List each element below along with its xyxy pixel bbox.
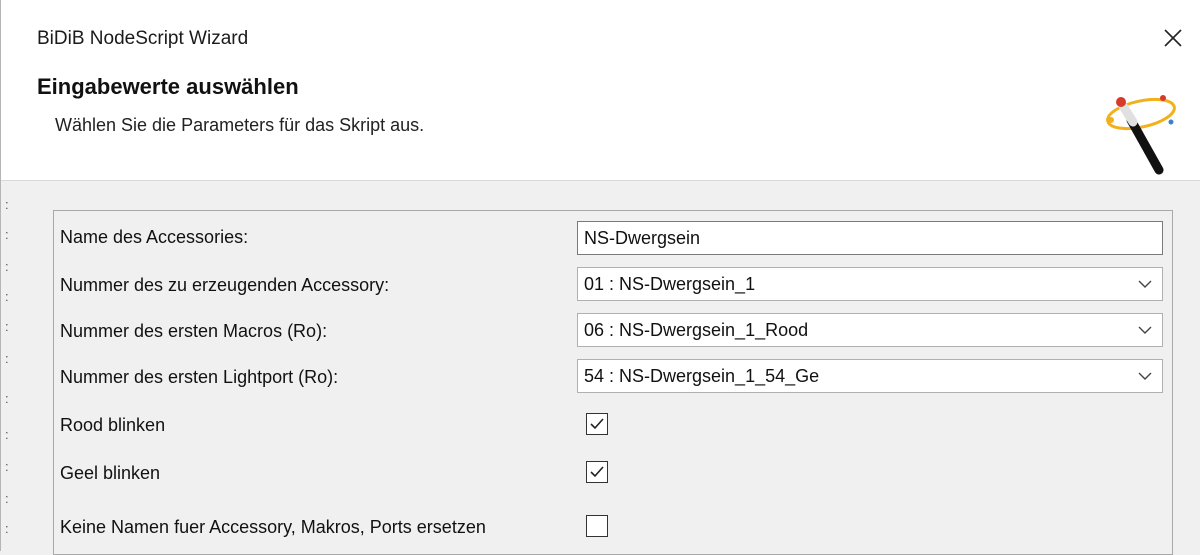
accessory-name-label: Name des Accessories: bbox=[60, 227, 249, 247]
background-window-edge: : : : : : : : : : : : bbox=[5, 197, 9, 536]
chevron-down-icon[interactable] bbox=[1128, 314, 1162, 346]
rood-blinken-label: Rood blinken bbox=[60, 415, 166, 435]
row-first-lightport: Nummer des ersten Lightport (Ro): 54 : N… bbox=[54, 355, 1172, 399]
close-button[interactable] bbox=[1151, 20, 1195, 56]
wizard-header: Eingabewerte auswählen Wählen Sie die Pa… bbox=[1, 62, 1200, 181]
accessory-name-input[interactable]: NS-Dwergsein bbox=[577, 221, 1163, 255]
row-keine-namen: Keine Namen fuer Accessory, Makros, Port… bbox=[54, 505, 1172, 549]
page-title: Eingabewerte auswählen bbox=[37, 74, 299, 99]
row-accessory-name: Name des Accessories: NS-Dwergsein bbox=[54, 215, 1172, 259]
rood-blinken-checkbox[interactable] bbox=[586, 413, 608, 435]
row-geel-blinken: Geel blinken bbox=[54, 451, 1172, 495]
chevron-down-icon[interactable] bbox=[1128, 360, 1162, 392]
page-subtitle: Wählen Sie die Parameters für das Skript… bbox=[55, 115, 425, 135]
parameter-panel: Name des Accessories: NS-Dwergsein Numme… bbox=[53, 210, 1173, 555]
checkmark-icon bbox=[590, 418, 604, 430]
keine-namen-label: Keine Namen fuer Accessory, Makros, Port… bbox=[60, 517, 486, 537]
first-macro-select[interactable]: 06 : NS-Dwergsein_1_Rood bbox=[577, 313, 1163, 347]
row-accessory-number: Nummer des zu erzeugenden Accessory: 01 … bbox=[54, 263, 1172, 307]
keine-namen-checkbox[interactable] bbox=[586, 515, 608, 537]
first-macro-label: Nummer des ersten Macros (Ro): bbox=[60, 321, 328, 341]
first-macro-value: 06 : NS-Dwergsein_1_Rood bbox=[584, 319, 809, 340]
first-lightport-select[interactable]: 54 : NS-Dwergsein_1_54_Ge bbox=[577, 359, 1163, 393]
geel-blinken-checkbox[interactable] bbox=[586, 461, 608, 483]
row-first-macro: Nummer des ersten Macros (Ro): 06 : NS-D… bbox=[54, 309, 1172, 353]
wizard-window: BiDiB NodeScript Wizard Eingabewerte aus… bbox=[0, 0, 1200, 555]
accessory-number-select[interactable]: 01 : NS-Dwergsein_1 bbox=[577, 267, 1163, 301]
checkmark-icon bbox=[590, 466, 604, 478]
accessory-name-value: NS-Dwergsein bbox=[584, 227, 701, 248]
accessory-number-value: 01 : NS-Dwergsein_1 bbox=[584, 273, 756, 294]
magic-wand-icon bbox=[1106, 95, 1176, 175]
row-rood-blinken: Rood blinken bbox=[54, 403, 1172, 447]
first-lightport-label: Nummer des ersten Lightport (Ro): bbox=[60, 367, 339, 387]
geel-blinken-label: Geel blinken bbox=[60, 463, 161, 483]
window-title: BiDiB NodeScript Wizard bbox=[37, 28, 249, 49]
accessory-number-label: Nummer des zu erzeugenden Accessory: bbox=[60, 275, 390, 295]
first-lightport-value: 54 : NS-Dwergsein_1_54_Ge bbox=[584, 365, 820, 386]
close-icon bbox=[1164, 29, 1182, 47]
chevron-down-icon[interactable] bbox=[1128, 268, 1162, 300]
